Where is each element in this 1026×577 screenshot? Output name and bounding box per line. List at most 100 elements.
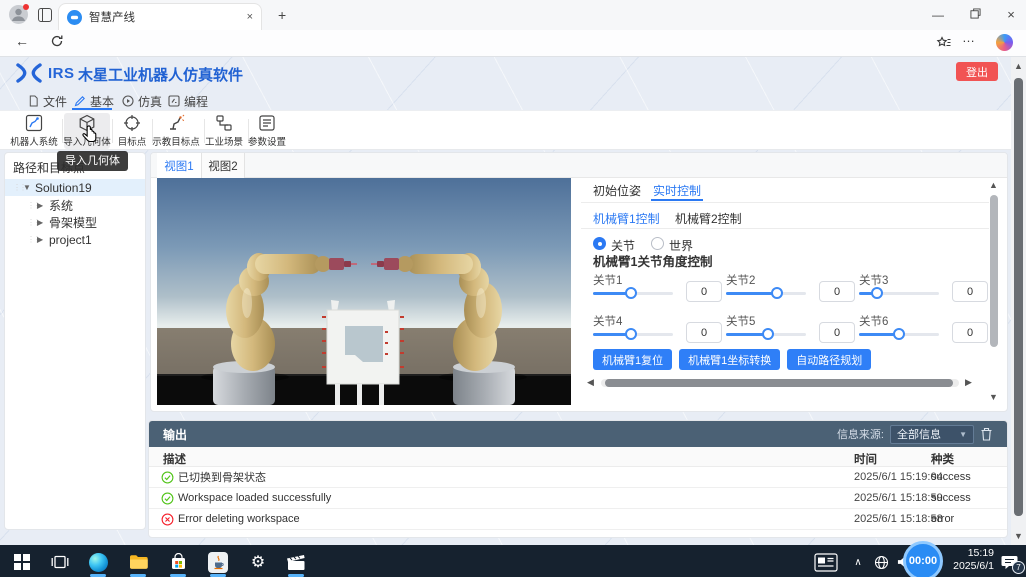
panel-scroll-up-arrow[interactable]: ▲: [989, 179, 998, 191]
edge-browser-icon[interactable]: [88, 552, 108, 572]
settings-gear-icon[interactable]: ⚙: [248, 552, 268, 572]
taskbar-clock[interactable]: 15:19 2025/6/1: [938, 547, 994, 573]
caret-right-icon[interactable]: ▶: [37, 235, 49, 244]
log-row[interactable]: Workspace loaded successfully 2025/6/1 1…: [149, 488, 1007, 509]
copilot-icon[interactable]: [996, 34, 1013, 51]
caret-down-icon[interactable]: ▼: [23, 183, 35, 192]
joint2-slider[interactable]: [726, 286, 806, 300]
new-tab-icon[interactable]: +: [278, 7, 286, 23]
panel-scroll-down-arrow[interactable]: ▼: [989, 391, 998, 403]
page-scroll-up-arrow[interactable]: ▲: [1011, 60, 1026, 72]
page-scroll-down-arrow[interactable]: ▼: [1011, 530, 1026, 542]
log-type: success: [931, 471, 971, 483]
toolbar-item-target-point[interactable]: 目标点: [113, 113, 151, 149]
page-scrollbar[interactable]: ▲ ▼: [1011, 57, 1026, 545]
java-app-icon[interactable]: [208, 552, 228, 572]
drag-handle-icon[interactable]: ⋮⋮: [13, 183, 23, 192]
start-button-icon[interactable]: [12, 552, 32, 572]
toolbar-item-robot-system[interactable]: 机器人系统: [8, 113, 60, 149]
drag-handle-icon[interactable]: ⋮⋮: [27, 201, 37, 210]
network-globe-icon[interactable]: [871, 552, 891, 572]
hscroll-right-arrow[interactable]: ▶: [965, 376, 972, 388]
joint4-input[interactable]: [686, 322, 722, 343]
joint1-input[interactable]: [686, 281, 722, 302]
auto-path-planning-button[interactable]: 自动路径规划: [787, 349, 871, 370]
menu-item-programming[interactable]: 编程: [168, 93, 208, 109]
widgets-news-icon[interactable]: [812, 552, 840, 572]
toolbar-item-teach-target[interactable]: 示教目标点: [150, 113, 202, 149]
clear-log-icon[interactable]: [980, 427, 993, 441]
browser-titlebar: 智慧产线 × + — ×: [0, 0, 1026, 30]
clock-time: 15:19: [938, 547, 994, 560]
settings-list-icon: [258, 114, 276, 132]
hscroll-left-arrow[interactable]: ◀: [587, 376, 594, 388]
menu-item-file[interactable]: 文件: [28, 93, 67, 109]
browser-tab[interactable]: 智慧产线 ×: [58, 3, 262, 30]
tab-realtime-control[interactable]: 实时控制: [653, 182, 701, 199]
teach-arm-icon: [167, 114, 185, 132]
tree-item-skeleton-model[interactable]: ⋮⋮ ▶ 骨架模型: [5, 214, 145, 231]
microsoft-store-icon[interactable]: [168, 552, 188, 572]
arm1-coordinate-transform-button[interactable]: 机械臂1坐标转换: [679, 349, 780, 370]
caret-right-icon[interactable]: ▶: [37, 218, 49, 227]
logout-button[interactable]: 登出: [956, 62, 998, 81]
robot-system-icon: [25, 114, 43, 132]
task-view-icon[interactable]: [50, 552, 70, 572]
menu-label: 编程: [184, 93, 208, 110]
tab-arm2-control[interactable]: 机械臂2控制: [675, 210, 742, 227]
tab-initial-pose[interactable]: 初始位姿: [593, 182, 641, 199]
arm1-reset-button[interactable]: 机械臂1复位: [593, 349, 672, 370]
view-tab-strip: [151, 153, 1007, 178]
notification-center-icon[interactable]: 7: [998, 552, 1022, 572]
presence-dot: [23, 4, 29, 10]
tray-expand-icon[interactable]: ∧: [848, 552, 868, 572]
viewport-3d-scene[interactable]: [157, 178, 571, 405]
sky: [157, 178, 571, 330]
more-menu-icon[interactable]: …: [962, 30, 976, 45]
joint1-slider[interactable]: [593, 286, 673, 300]
collections-icon[interactable]: [936, 35, 952, 56]
profile-avatar[interactable]: [9, 5, 28, 24]
window-close-icon[interactable]: ×: [1001, 6, 1021, 24]
tree-item-project1[interactable]: ⋮⋮ ▶ project1: [5, 231, 145, 248]
joint6-slider[interactable]: [859, 327, 939, 341]
tree-item-system[interactable]: ⋮⋮ ▶ 系统: [5, 197, 145, 214]
panel-scrollbar-thumb[interactable]: [990, 195, 998, 347]
joint6-input[interactable]: [952, 322, 988, 343]
window-restore-icon[interactable]: [965, 6, 985, 24]
menu-item-basic[interactable]: 基本: [74, 93, 114, 109]
tree-item-solution[interactable]: ⋮⋮ ▼ Solution19: [5, 179, 145, 196]
window-minimize-icon[interactable]: —: [928, 6, 948, 24]
menu-item-simulation[interactable]: 仿真: [122, 93, 162, 109]
file-explorer-icon[interactable]: [128, 552, 148, 572]
page-scrollbar-thumb[interactable]: [1014, 78, 1023, 516]
workspaces-icon[interactable]: [38, 8, 52, 22]
joint3-input[interactable]: [952, 281, 988, 302]
hscrollbar-thumb[interactable]: [605, 379, 953, 387]
tab-arm1-control[interactable]: 机械臂1控制: [593, 210, 660, 227]
toolbar-item-parameter-settings[interactable]: 参数设置: [246, 113, 288, 149]
joint5-slider[interactable]: [726, 327, 806, 341]
tab-view1[interactable]: 视图1: [157, 153, 201, 178]
tab-view2[interactable]: 视图2: [201, 153, 245, 178]
toolbar-item-industrial-scene[interactable]: 工业场景: [202, 113, 246, 149]
movie-maker-icon[interactable]: [286, 552, 306, 572]
output-column-header: [149, 447, 1007, 467]
source-select[interactable]: 全部信息 ▼: [890, 425, 974, 444]
back-icon[interactable]: ←: [15, 33, 29, 49]
hscrollbar-track[interactable]: [601, 379, 959, 387]
log-row[interactable]: Error deleting workspace 2025/6/1 15:18:…: [149, 509, 1007, 530]
joint4-slider[interactable]: [593, 327, 673, 341]
recording-timer-bubble[interactable]: 00:00: [903, 541, 943, 577]
drag-handle-icon[interactable]: ⋮⋮: [27, 235, 37, 244]
tab-close-icon[interactable]: ×: [247, 11, 253, 23]
joint5-input[interactable]: [819, 322, 855, 343]
sidebar-panel: 路径和目标点 ⋮⋮ ▼ Solution19 ⋮⋮ ▶ 系统 ⋮⋮ ▶ 骨架模型…: [4, 152, 146, 530]
joint3-slider[interactable]: [859, 286, 939, 300]
log-row[interactable]: 已切换到骨架状态 2025/6/1 15:19:04 success: [149, 467, 1007, 488]
refresh-icon[interactable]: [50, 34, 64, 53]
joint2-input[interactable]: [819, 281, 855, 302]
play-icon: [122, 95, 134, 107]
drag-handle-icon[interactable]: ⋮⋮: [27, 218, 37, 227]
caret-right-icon[interactable]: ▶: [37, 201, 49, 210]
